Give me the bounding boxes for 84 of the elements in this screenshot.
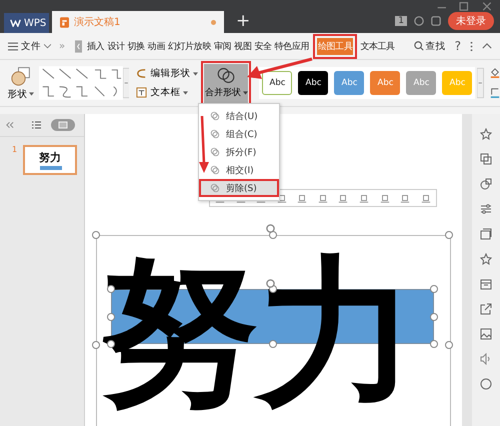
- ribbon-tab[interactable]: 切换: [126, 38, 146, 54]
- picture-stack-icon[interactable]: [480, 228, 492, 240]
- file-menu[interactable]: 文件: [8, 40, 51, 52]
- star-icon[interactable]: [480, 128, 492, 140]
- box-icon[interactable]: [480, 278, 492, 290]
- menu-icon: [8, 42, 18, 50]
- align-icon[interactable]: [338, 193, 348, 203]
- menu-item[interactable]: 组合(C): [201, 127, 277, 141]
- pointer-arrow: [199, 116, 209, 173]
- outline-view-icon[interactable]: [32, 121, 41, 129]
- align-icon[interactable]: [297, 193, 308, 203]
- menu-item[interactable]: 拆分(F): [201, 145, 277, 159]
- more-options-icon[interactable]: [470, 40, 473, 52]
- star-icon[interactable]: [480, 253, 492, 265]
- caret-icon: [183, 90, 188, 94]
- ribbon-tab[interactable]: 幻灯片放映: [166, 38, 212, 54]
- slide-view-toggle-icon[interactable]: [51, 119, 75, 131]
- app-tab-label: WPS: [24, 18, 46, 28]
- window-controls-icon[interactable]: [436, 1, 494, 11]
- unsaved-dot-icon: [211, 20, 216, 24]
- outline-pen-icon[interactable]: [490, 87, 500, 99]
- circle-icon[interactable]: [480, 378, 492, 390]
- resize-handle[interactable]: [92, 231, 100, 239]
- ribbon-tab[interactable]: 插入: [86, 38, 106, 54]
- ribbon-tab[interactable]: 审阅: [212, 38, 232, 54]
- collapse-pane-icon[interactable]: [5, 121, 14, 129]
- edit-shape-button[interactable]: 编辑形状: [136, 67, 198, 80]
- shape-icon[interactable]: [480, 178, 492, 190]
- app-tab[interactable]: WPS: [4, 13, 49, 33]
- caret-icon: [242, 90, 248, 94]
- text-box-icon: [136, 87, 148, 98]
- ribbon-tab[interactable]: 特色应用: [274, 38, 310, 54]
- merge-shapes-button[interactable]: 合并形状: [204, 64, 248, 102]
- menu-item[interactable]: 结合(U): [201, 109, 277, 123]
- overlapping-circles-icon: [217, 67, 236, 84]
- skin-icon[interactable]: [414, 16, 424, 26]
- edit-shape-icon: [136, 68, 148, 79]
- new-tab-button[interactable]: +: [236, 11, 250, 31]
- fill-bucket-icon[interactable]: [490, 67, 500, 79]
- search-button[interactable]: 查找: [414, 40, 446, 52]
- chevron-down-icon: [44, 44, 51, 48]
- resize-handle[interactable]: [430, 285, 438, 293]
- search-icon: [414, 41, 424, 51]
- caret-icon: [29, 92, 34, 96]
- share-icon[interactable]: [480, 303, 492, 315]
- align-icon[interactable]: [318, 193, 328, 203]
- swap-squares-icon[interactable]: [480, 153, 492, 165]
- ribbon-tab[interactable]: 设计: [106, 38, 126, 54]
- image-icon[interactable]: [480, 328, 492, 340]
- ribbon-tab[interactable]: 安全: [253, 38, 273, 54]
- document-tab-title: 演示文稿1: [74, 16, 122, 29]
- shape-style-swatch[interactable]: Abc: [262, 71, 292, 95]
- resize-handle[interactable]: [445, 231, 453, 239]
- align-icon[interactable]: [420, 193, 431, 203]
- window-icon[interactable]: [431, 16, 441, 26]
- ribbon-tab[interactable]: 动画: [146, 38, 166, 54]
- help-button[interactable]: ?: [454, 39, 461, 53]
- speaker-icon[interactable]: [480, 353, 492, 365]
- styles-scrollbar-icon[interactable]: [477, 65, 484, 101]
- connector-gallery-drawing[interactable]: [38, 65, 123, 101]
- caret-icon: [193, 72, 198, 76]
- document-icon: [60, 16, 69, 28]
- ribbon-tab[interactable]: 文本工具: [359, 38, 396, 54]
- shape-style-swatch[interactable]: Abc: [298, 71, 328, 95]
- shapes-icon: [10, 66, 31, 86]
- login-button[interactable]: 未登录: [448, 12, 494, 30]
- align-icon[interactable]: [400, 193, 410, 203]
- collapse-ribbon-icon[interactable]: [482, 43, 492, 49]
- menu-item[interactable]: 相交(I): [201, 163, 277, 177]
- thumbnail-text: 努力: [39, 150, 62, 165]
- ribbon-tab[interactable]: 视图: [233, 38, 252, 54]
- scroll-left-icon[interactable]: [75, 40, 82, 52]
- align-icon[interactable]: [358, 193, 369, 203]
- thumbnail-rectangle: [40, 166, 62, 170]
- align-icon[interactable]: [380, 193, 390, 203]
- slide-thumbnail[interactable]: 努力: [23, 145, 78, 175]
- text-box-button[interactable]: 文本框: [136, 86, 198, 99]
- menu-item[interactable]: 剪除(S): [201, 181, 277, 195]
- page-count-badge[interactable]: 1: [395, 16, 407, 26]
- rotate-handle-icon[interactable]: [266, 224, 275, 233]
- slide-number: 1: [12, 145, 18, 154]
- shapes-button[interactable]: 形状: [7, 66, 35, 100]
- sliders-icon[interactable]: [480, 203, 492, 215]
- wps-logo-icon: [10, 19, 21, 27]
